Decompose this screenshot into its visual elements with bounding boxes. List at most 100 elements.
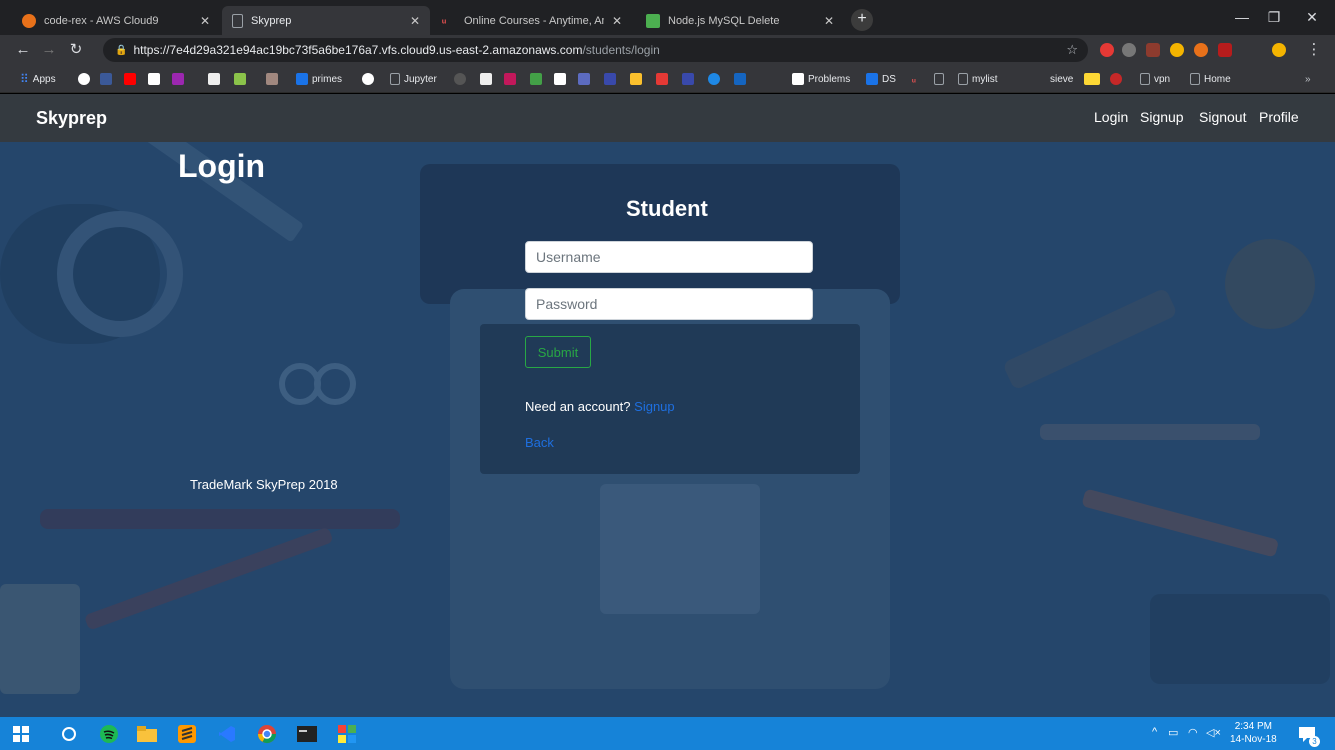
google-icon[interactable] <box>362 71 378 87</box>
bookmark-icon[interactable] <box>708 71 724 87</box>
file-explorer-icon[interactable] <box>136 723 158 745</box>
new-tab-button[interactable]: + <box>851 9 873 31</box>
wifi-icon[interactable]: ◠ <box>1188 726 1198 739</box>
bookmark-icon[interactable] <box>234 71 250 87</box>
battery-icon[interactable]: ▭ <box>1168 726 1178 739</box>
terminal-icon[interactable] <box>296 723 318 745</box>
bookmark-mylist[interactable]: mylist <box>958 71 998 87</box>
bookmark-icon[interactable] <box>604 71 620 87</box>
primes-icon <box>296 73 308 85</box>
tab-online-courses[interactable]: ᵤ Online Courses - Anytime, Anywh ✕ <box>432 6 632 35</box>
browser-toolbar: ← → ↻ 🔒 https://7e4d29a321e94ac19bc73f5a… <box>0 35 1335 65</box>
bookmark-icon[interactable] <box>630 71 646 87</box>
bookmark-primes[interactable]: primes <box>296 71 342 87</box>
bookmark-icon[interactable] <box>208 71 224 87</box>
bookmark-apps[interactable]: ⠿ Apps <box>20 71 56 87</box>
pdf-icon[interactable] <box>480 71 496 87</box>
windows-taskbar: ^ ▭ ◠ ◁× 2:34 PM 14-Nov-18 3 <box>0 717 1335 750</box>
volume-icon[interactable]: ◁× <box>1206 726 1221 739</box>
notification-icon[interactable]: 3 <box>1296 723 1320 747</box>
bookmark-ds[interactable]: DS <box>866 71 896 87</box>
bookmark-icon[interactable] <box>530 71 546 87</box>
clock-date: 14-Nov-18 <box>1230 734 1277 745</box>
back-link[interactable]: Back <box>525 435 554 450</box>
signup-prompt: Need an account? Signup <box>525 399 675 414</box>
extension-icon[interactable] <box>1100 43 1114 57</box>
bookmark-icon[interactable] <box>454 71 470 87</box>
bookmark-icon[interactable] <box>172 71 188 87</box>
extension-icon[interactable] <box>1170 43 1184 57</box>
bookmarks-overflow-icon[interactable]: » <box>1305 71 1311 87</box>
url-base: https://7e4d29a321e94ac19bc73f5a6be176a7… <box>133 43 583 57</box>
page-icon[interactable] <box>934 71 948 87</box>
reload-icon[interactable]: ↻ <box>66 40 86 60</box>
id-icon[interactable] <box>1084 71 1104 87</box>
nav-signup-link[interactable]: Signup <box>1140 109 1184 125</box>
bookmark-icon[interactable] <box>578 71 594 87</box>
nav-login-link[interactable]: Login <box>1094 109 1128 125</box>
bookmark-icon[interactable] <box>656 71 672 87</box>
nav-signout-link[interactable]: Signout <box>1199 109 1246 125</box>
page-icon <box>958 73 968 85</box>
extension-icon[interactable] <box>1218 43 1232 57</box>
sublime-text-icon[interactable] <box>176 723 198 745</box>
submit-button[interactable]: Submit <box>525 336 591 368</box>
password-input[interactable] <box>525 288 813 320</box>
youtube-icon[interactable] <box>124 71 140 87</box>
minimize-icon[interactable]: — <box>1228 6 1256 28</box>
notification-count: 3 <box>1309 736 1320 747</box>
bookmark-icon[interactable] <box>148 71 164 87</box>
chrome-icon[interactable] <box>256 723 278 745</box>
close-window-icon[interactable]: ✕ <box>1298 6 1326 28</box>
vscode-icon[interactable] <box>216 723 238 745</box>
bookmark-icon[interactable] <box>734 71 750 87</box>
close-tab-icon[interactable]: ✕ <box>824 14 834 28</box>
tab-aws-cloud9[interactable]: code-rex - AWS Cloud9 ✕ <box>12 6 220 35</box>
brand-logo[interactable]: Skyprep <box>36 108 107 129</box>
page-icon <box>390 73 400 85</box>
extension-icon[interactable] <box>1194 43 1208 57</box>
tab-skyprep[interactable]: Skyprep ✕ <box>222 6 430 35</box>
bookmark-icon[interactable] <box>266 71 282 87</box>
restore-icon[interactable]: ❐ <box>1260 6 1288 28</box>
system-clock[interactable]: 2:34 PM 14-Nov-18 <box>1230 720 1277 746</box>
clock-time: 2:34 PM <box>1234 721 1272 732</box>
back-arrow-icon[interactable]: ← <box>13 40 33 60</box>
codechef-icon <box>792 73 804 85</box>
bookmark-problems[interactable]: Problems <box>792 71 850 87</box>
close-tab-icon[interactable]: ✕ <box>200 14 210 28</box>
windows-start-icon[interactable] <box>10 723 32 745</box>
page-icon <box>232 13 243 28</box>
uva-icon[interactable] <box>504 71 520 87</box>
bookmark-jupyter[interactable]: Jupyter <box>390 71 437 87</box>
bookmark-home[interactable]: Home <box>1190 71 1231 87</box>
bookmark-vpn[interactable]: vpn <box>1140 71 1170 87</box>
address-bar[interactable]: 🔒 https://7e4d29a321e94ac19bc73f5a6be176… <box>103 38 1088 62</box>
browser-tab-strip: code-rex - AWS Cloud9 ✕ Skyprep ✕ ᵤ Onli… <box>0 0 1335 35</box>
bookmark-icon[interactable] <box>1110 71 1126 87</box>
signup-link[interactable]: Signup <box>634 399 674 414</box>
bookmark-sieve[interactable]: sieve <box>1050 71 1073 87</box>
bookmark-star-icon[interactable]: ☆ <box>1066 42 1078 58</box>
profile-avatar-icon[interactable] <box>1272 43 1286 57</box>
username-input[interactable] <box>525 241 813 273</box>
site-navbar: Skyprep Login Signup Signout Profile <box>0 94 1335 142</box>
codechef-icon[interactable] <box>554 71 570 87</box>
close-tab-icon[interactable]: ✕ <box>612 14 622 28</box>
facebook-icon[interactable] <box>100 71 116 87</box>
web-page: Skyprep Login Signup Signout Profile Log… <box>0 94 1335 717</box>
nav-profile-link[interactable]: Profile <box>1259 109 1299 125</box>
extension-icon[interactable] <box>1122 43 1136 57</box>
extension-icon[interactable] <box>1146 43 1160 57</box>
google-icon[interactable] <box>78 71 94 87</box>
close-tab-icon[interactable]: ✕ <box>410 14 420 28</box>
bookmark-icon[interactable] <box>682 71 698 87</box>
spotify-icon[interactable] <box>98 723 120 745</box>
chevron-up-icon[interactable]: ^ <box>1152 726 1157 738</box>
forward-arrow-icon[interactable]: → <box>39 40 59 60</box>
udemy-icon[interactable]: ᵤ <box>912 71 916 87</box>
tab-nodejs-mysql[interactable]: Node.js MySQL Delete ✕ <box>636 6 844 35</box>
app-icon[interactable] <box>336 723 358 745</box>
search-circle-icon[interactable] <box>58 723 80 745</box>
menu-kebab-icon[interactable]: ⋮ <box>1304 40 1324 60</box>
